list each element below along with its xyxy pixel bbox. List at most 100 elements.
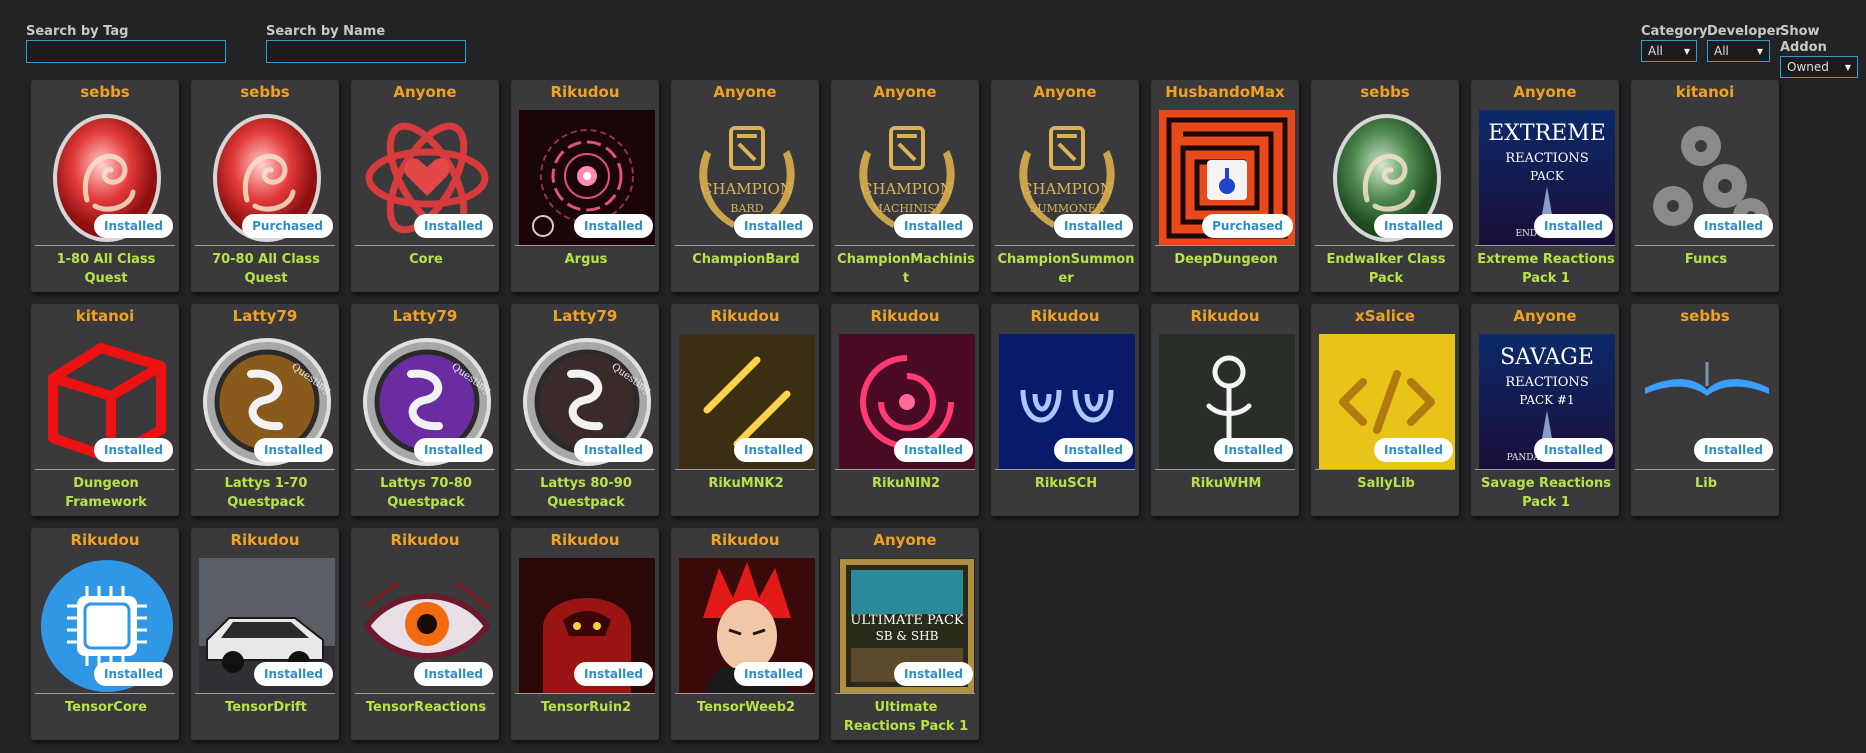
addon-card[interactable]: Rikudou Installed RikuSCH — [991, 304, 1139, 516]
addon-name: TensorDrift — [225, 700, 307, 715]
addon-card[interactable]: Anyone ULTIMATE PACK SB & SHB Installed U… — [831, 528, 979, 740]
addon-name: Funcs — [1684, 252, 1728, 267]
card-divider — [355, 469, 495, 470]
card-divider — [675, 469, 815, 470]
addon-card[interactable]: sebbs Installed 1-80 All Class Quest — [31, 80, 179, 292]
name-search-input[interactable] — [266, 40, 466, 63]
status-badge: Installed — [414, 438, 493, 462]
addon-card[interactable]: Anyone CHAMPION MACHINIST Installed Champ… — [831, 80, 979, 292]
category-label: Category — [1641, 24, 1708, 39]
developer-filter: Developer All ▼ — [1707, 24, 1782, 62]
addon-card[interactable]: Anyone SAVAGEREACTIONSPACK #1PANDÆMONIUM… — [1471, 304, 1619, 516]
addon-developer: Anyone — [1513, 307, 1577, 325]
chevron-down-icon: ▼ — [1756, 46, 1763, 56]
card-divider — [675, 693, 815, 694]
addon-card[interactable]: Rikudou Installed TensorReactions — [351, 528, 499, 740]
addon-name: ChampionSummoner — [997, 252, 1135, 286]
category-filter: Category All ▼ — [1641, 24, 1707, 62]
addon-name: ChampionBard — [692, 252, 800, 267]
card-divider — [195, 469, 335, 470]
svg-text:SB & SHB: SB & SHB — [876, 629, 939, 643]
addon-card[interactable]: Rikudou Installed TensorDrift — [191, 528, 339, 740]
tag-search-input[interactable] — [26, 40, 226, 63]
addon-developer: xSalice — [1355, 307, 1415, 325]
category-select[interactable]: All ▼ — [1641, 40, 1697, 62]
status-badge: Installed — [254, 662, 333, 686]
addon-developer: Latty79 — [552, 307, 618, 325]
addon-card[interactable]: Latty79 Questing Installed Lattys 70-80 … — [351, 304, 499, 516]
status-badge: Installed — [1534, 438, 1613, 462]
card-divider — [835, 245, 975, 246]
chevron-down-icon: ▼ — [1844, 62, 1851, 72]
addon-name: Lattys 70-80 Questpack — [380, 476, 472, 510]
addon-developer: Rikudou — [390, 531, 460, 549]
addon-card[interactable]: Rikudou Installed TensorCore — [31, 528, 179, 740]
addon-card[interactable]: sebbs Installed Lib — [1631, 304, 1779, 516]
addon-card[interactable]: Anyone CHAMPION BARD Installed ChampionBa… — [671, 80, 819, 292]
card-divider — [35, 245, 175, 246]
card-divider — [35, 469, 175, 470]
addon-developer: Anyone — [393, 83, 457, 101]
addon-developer: kitanoi — [1675, 83, 1735, 101]
status-badge: Installed — [734, 662, 813, 686]
status-badge: Installed — [894, 438, 973, 462]
card-divider — [835, 469, 975, 470]
status-badge: Installed — [94, 662, 173, 686]
addon-card[interactable]: Rikudou Installed Argus — [511, 80, 659, 292]
addon-card[interactable]: Anyone EXTREMEREACTIONSPACKENDWALKER Ins… — [1471, 80, 1619, 292]
addon-developer: Anyone — [873, 83, 937, 101]
addon-card[interactable]: Latty79 Questing Installed Lattys 80-90 … — [511, 304, 659, 516]
addon-name: Lib — [1694, 476, 1718, 491]
addon-card[interactable]: Anyone Installed Core — [351, 80, 499, 292]
card-divider — [515, 245, 655, 246]
addon-card[interactable]: Rikudou Installed RikuWHM — [1151, 304, 1299, 516]
show-addon-filter: Show Addon Owned ▼ — [1780, 24, 1866, 78]
addon-developer: kitanoi — [75, 307, 135, 325]
addon-card[interactable]: xSalice Installed SallyLib — [1311, 304, 1459, 516]
addon-card[interactable]: Rikudou Installed TensorWeeb2 — [671, 528, 819, 740]
addon-card[interactable]: Rikudou Installed TensorRuin2 — [511, 528, 659, 740]
addon-developer: Rikudou — [710, 531, 780, 549]
addon-card[interactable]: HusbandoMax Purchased DeepDungeon — [1151, 80, 1299, 292]
addon-developer: Rikudou — [550, 531, 620, 549]
addon-card[interactable]: sebbs Installed Endwalker Class Pack — [1311, 80, 1459, 292]
category-value: All — [1648, 44, 1663, 58]
show-addon-label: Show Addon — [1780, 24, 1827, 55]
show-addon-select[interactable]: Owned ▼ — [1780, 56, 1858, 78]
addon-card[interactable]: Latty79 Questing Installed Lattys 1-70 Q… — [191, 304, 339, 516]
addon-card[interactable]: Rikudou Installed RikuMNK2 — [671, 304, 819, 516]
addon-developer: sebbs — [1360, 83, 1410, 101]
addon-card[interactable]: kitanoi Installed Dungeon Framework — [31, 304, 179, 516]
status-badge: Installed — [254, 438, 333, 462]
addon-name: 1-80 All Class Quest — [56, 252, 156, 286]
status-badge: Installed — [1054, 214, 1133, 238]
svg-text:REACTIONS: REACTIONS — [1505, 375, 1588, 390]
addon-developer: Rikudou — [710, 307, 780, 325]
card-divider — [1635, 245, 1775, 246]
addon-developer: Anyone — [873, 531, 937, 549]
addon-card[interactable]: kitanoi Installed Funcs — [1631, 80, 1779, 292]
card-divider — [1475, 245, 1615, 246]
card-divider — [1155, 245, 1295, 246]
card-divider — [195, 693, 335, 694]
addon-name: Dungeon Framework — [65, 476, 147, 510]
card-divider — [1315, 469, 1455, 470]
addon-card[interactable]: Anyone CHAMPION SUMMONER Installed Champi… — [991, 80, 1139, 292]
addon-name: DeepDungeon — [1174, 252, 1278, 267]
addon-developer: sebbs — [1680, 307, 1730, 325]
card-divider — [355, 693, 495, 694]
addon-developer: Anyone — [1513, 83, 1577, 101]
addon-card[interactable]: Rikudou Installed RikuNIN2 — [831, 304, 979, 516]
tag-search-field: Search by Tag — [26, 24, 226, 63]
svg-text:PACK: PACK — [1530, 169, 1565, 183]
status-badge: Installed — [894, 662, 973, 686]
addon-grid: sebbs Installed 1-80 All Class Quest seb… — [31, 80, 1811, 740]
developer-select[interactable]: All ▼ — [1707, 40, 1770, 62]
status-badge: Installed — [414, 214, 493, 238]
status-badge: Installed — [1534, 214, 1613, 238]
svg-text:CHAMPION: CHAMPION — [1021, 180, 1113, 198]
addon-developer: sebbs — [80, 83, 130, 101]
addon-card[interactable]: sebbs Purchased 70-80 All Class Quest — [191, 80, 339, 292]
addon-name: RikuWHM — [1190, 476, 1262, 491]
addon-name: Lattys 80-90 Questpack — [540, 476, 632, 510]
